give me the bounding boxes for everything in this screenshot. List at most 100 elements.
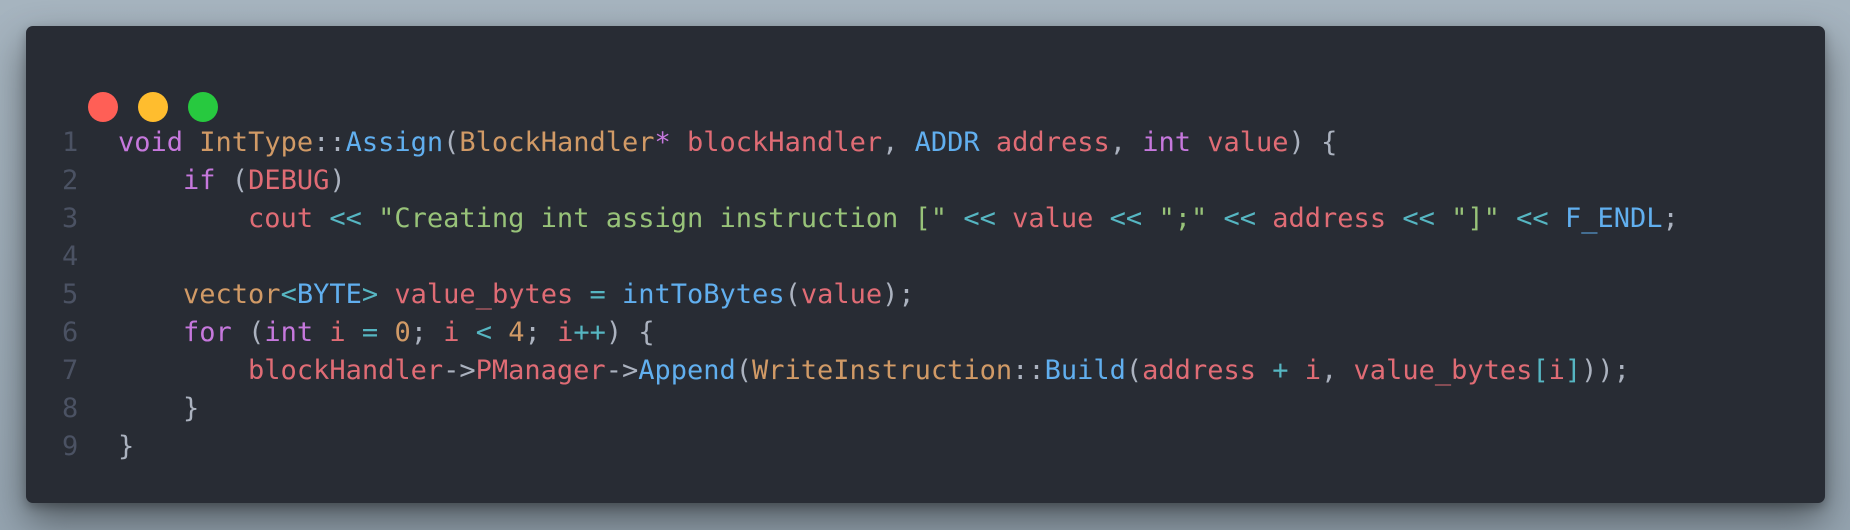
line-number: 5 (62, 279, 79, 310)
code-line: 6 for (int i = 0; i < 4; i++) { (62, 314, 1679, 352)
line-number: 4 (62, 241, 79, 272)
code-token: int (1142, 127, 1192, 158)
code-line: 4 (62, 238, 1679, 276)
code-token: ) { (1288, 127, 1338, 158)
code-token: IntType (199, 127, 314, 158)
line-source: vector<BYTE> value_bytes = intToBytes(va… (118, 276, 915, 314)
line-source: for (int i = 0; i < 4; i++) { (118, 314, 655, 352)
code-token: ";" (1158, 203, 1208, 234)
code-token: ( (1125, 355, 1143, 386)
line-number: 8 (62, 393, 79, 424)
code-token: << (1223, 203, 1257, 234)
code-token: address (1272, 203, 1387, 234)
code-token: ] (1564, 355, 1582, 386)
code-token: i (1304, 355, 1322, 386)
code-token: ) (329, 165, 346, 196)
code-token: * (654, 127, 671, 158)
code-token: :: (313, 127, 346, 158)
code-token: ( (443, 127, 460, 158)
line-number: 9 (62, 431, 79, 462)
line-number: 6 (62, 317, 79, 348)
code-token: << (329, 203, 362, 234)
code-token: [ (1532, 355, 1549, 386)
line-number: 2 (62, 165, 79, 196)
code-token: PManager (475, 355, 606, 386)
code-line: 3 cout << "Creating int assign instructi… (62, 200, 1679, 238)
code-token: i (329, 317, 346, 348)
code-token: blockHandler (687, 127, 883, 158)
code-token: << (1516, 203, 1549, 234)
code-token: ADDR (914, 127, 980, 158)
code-token: < (280, 279, 297, 310)
code-token: ( (735, 355, 753, 386)
code-token: > (361, 279, 379, 310)
line-number: 1 (62, 127, 79, 158)
code-token: << (1109, 203, 1143, 234)
code-token: + (1272, 355, 1289, 386)
close-window-button[interactable] (88, 92, 118, 122)
code-token: address (1142, 355, 1256, 386)
code-token: } (118, 431, 135, 462)
code-token: if (183, 165, 216, 196)
code-token: i (1548, 355, 1565, 386)
code-token: intToBytes (622, 279, 785, 310)
code-token: cout (248, 203, 314, 234)
window-controls (88, 92, 218, 122)
code-token: BlockHandler (459, 127, 655, 158)
line-source: } (118, 390, 199, 428)
code-token: 4 (508, 317, 525, 348)
code-token: Append (638, 355, 736, 386)
code-token: , (882, 127, 915, 158)
line-source: if (DEBUG) (118, 162, 346, 200)
line-source: cout << "Creating int assign instruction… (118, 200, 1679, 238)
code-token: address (995, 127, 1110, 158)
code-token: value (800, 279, 883, 310)
code-token: WriteInstruction (752, 355, 1013, 386)
code-token: << (963, 203, 996, 234)
code-token: vector (183, 279, 281, 310)
line-source: void IntType::Assign(BlockHandler* block… (118, 124, 1337, 162)
code-token: i (443, 317, 460, 348)
code-token: ( (784, 279, 801, 310)
code-token: -> (605, 355, 639, 386)
code-line: 8 } (62, 390, 1679, 428)
code-token: -> (443, 355, 476, 386)
code-token: void (118, 127, 184, 158)
code-token: "]" (1451, 203, 1500, 234)
maximize-window-button[interactable] (188, 92, 218, 122)
code-token: i (557, 317, 574, 348)
minimize-window-button[interactable] (138, 92, 168, 122)
code-token: "Creating int assign instruction [" (378, 203, 948, 234)
line-source: blockHandler->PManager->Append(WriteInst… (118, 352, 1630, 390)
code-token: 0 (394, 317, 411, 348)
code-token: << (1402, 203, 1435, 234)
code-token: blockHandler (248, 355, 444, 386)
code-token: ( (231, 317, 265, 348)
code-token: F_ENDL (1564, 203, 1663, 234)
code-token: value (1012, 203, 1094, 234)
